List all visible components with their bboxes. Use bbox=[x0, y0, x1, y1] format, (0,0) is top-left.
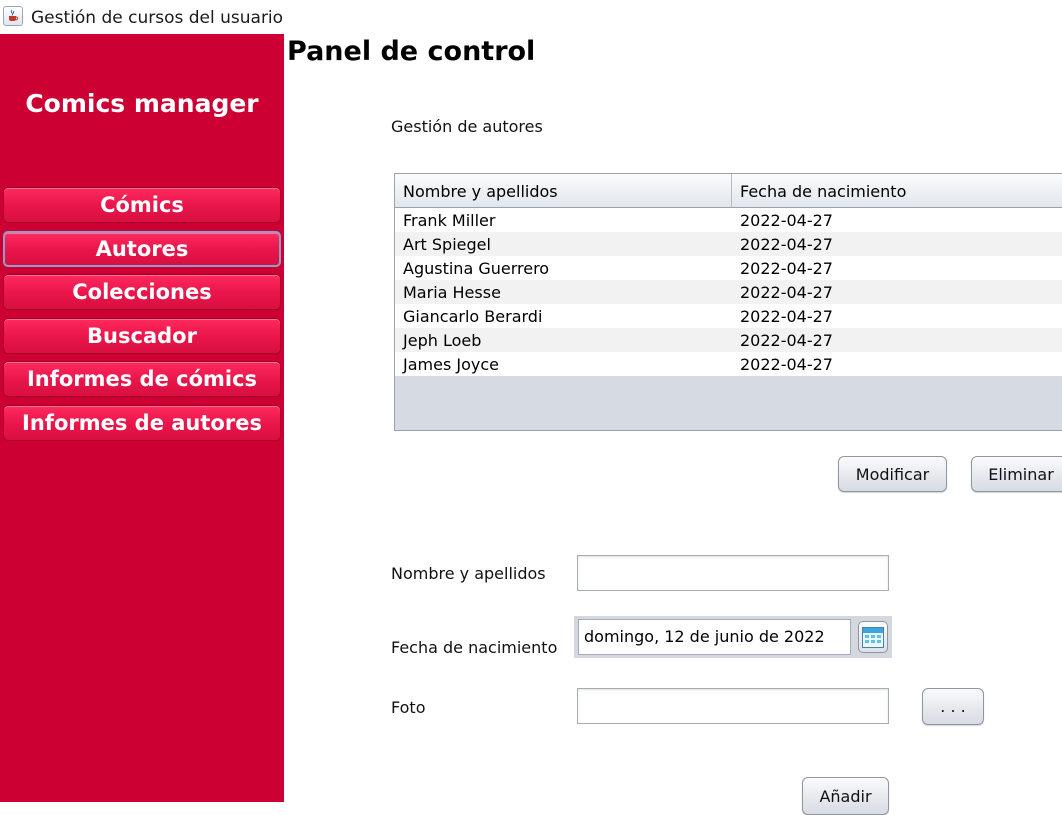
nav-button-autores[interactable]: Autores bbox=[3, 231, 281, 267]
nav-button-informes-autores[interactable]: Informes de autores bbox=[3, 405, 281, 441]
column-header-name[interactable]: Nombre y apellidos bbox=[395, 174, 732, 207]
sidebar: Comics manager Cómics Autores Coleccione… bbox=[0, 34, 284, 802]
window-titlebar: Gestión de cursos del usuario bbox=[0, 0, 1062, 34]
cell-birthdate: 2022-04-27 bbox=[740, 259, 833, 278]
table-row[interactable]: Agustina Guerrero 2022-04-27 bbox=[395, 256, 1062, 280]
name-field[interactable] bbox=[577, 555, 889, 591]
calendar-button[interactable] bbox=[858, 621, 888, 653]
cell-birthdate: 2022-04-27 bbox=[740, 283, 833, 302]
java-cup-icon bbox=[3, 6, 23, 26]
cell-name: Giancarlo Berardi bbox=[403, 307, 543, 326]
cell-birthdate: 2022-04-27 bbox=[740, 307, 833, 326]
table-header: Nombre y apellidos Fecha de nacimiento bbox=[395, 174, 1062, 208]
cell-name: Maria Hesse bbox=[403, 283, 501, 302]
table-row[interactable]: Frank Miller 2022-04-27 bbox=[395, 208, 1062, 232]
cell-name: Jeph Loeb bbox=[403, 331, 482, 350]
cell-name: James Joyce bbox=[403, 355, 499, 374]
modify-button[interactable]: Modificar bbox=[838, 456, 947, 492]
window-title: Gestión de cursos del usuario bbox=[31, 8, 284, 28]
section-title: Gestión de autores bbox=[391, 117, 543, 136]
photo-field[interactable] bbox=[577, 688, 889, 724]
column-header-birthdate[interactable]: Fecha de nacimiento bbox=[732, 174, 1062, 207]
cell-name: Art Spiegel bbox=[403, 235, 491, 254]
table-row[interactable]: Giancarlo Berardi 2022-04-27 bbox=[395, 304, 1062, 328]
nav-button-comics[interactable]: Cómics bbox=[3, 187, 281, 223]
table-body: Frank Miller 2022-04-27 Art Spiegel 2022… bbox=[395, 208, 1062, 376]
cell-name: Frank Miller bbox=[403, 211, 496, 230]
table-row[interactable]: Jeph Loeb 2022-04-27 bbox=[395, 328, 1062, 352]
table-row[interactable]: James Joyce 2022-04-27 bbox=[395, 352, 1062, 376]
cell-birthdate: 2022-04-27 bbox=[740, 355, 833, 374]
nav-button-buscador[interactable]: Buscador bbox=[3, 318, 281, 354]
table-row[interactable]: Art Spiegel 2022-04-27 bbox=[395, 232, 1062, 256]
authors-table[interactable]: Nombre y apellidos Fecha de nacimiento F… bbox=[394, 173, 1062, 431]
app-brand: Comics manager bbox=[25, 89, 259, 118]
photo-label: Foto bbox=[391, 698, 426, 717]
delete-button[interactable]: Eliminar bbox=[971, 456, 1062, 492]
browse-button[interactable]: . . . bbox=[922, 688, 984, 725]
birthdate-field[interactable]: domingo, 12 de junio de 2022 bbox=[578, 619, 851, 655]
cell-birthdate: 2022-04-27 bbox=[740, 331, 833, 350]
cell-birthdate: 2022-04-27 bbox=[740, 211, 833, 230]
nav-button-informes-comics[interactable]: Informes de cómics bbox=[3, 361, 281, 397]
nav-button-colecciones[interactable]: Colecciones bbox=[3, 274, 281, 310]
cell-name: Agustina Guerrero bbox=[403, 259, 550, 278]
name-label: Nombre y apellidos bbox=[391, 564, 546, 583]
table-row[interactable]: Maria Hesse 2022-04-27 bbox=[395, 280, 1062, 304]
birthdate-label: Fecha de nacimiento bbox=[391, 638, 558, 657]
add-button[interactable]: Añadir bbox=[802, 777, 889, 815]
calendar-icon bbox=[862, 627, 884, 648]
page-title: Panel de control bbox=[287, 36, 536, 67]
cell-birthdate: 2022-04-27 bbox=[740, 235, 833, 254]
birthdate-picker: domingo, 12 de junio de 2022 bbox=[574, 616, 892, 658]
